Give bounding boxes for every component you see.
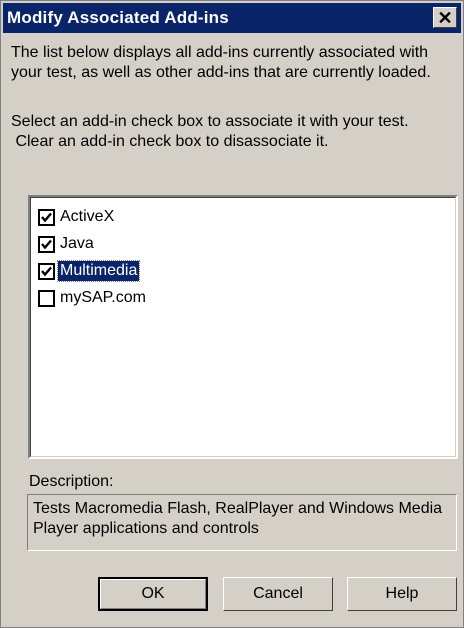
list-item-mysap[interactable]: mySAP.com <box>38 286 148 310</box>
addin-label: ActiveX <box>60 208 115 225</box>
mysap-checkbox[interactable] <box>38 289 55 307</box>
list-item-java[interactable]: Java <box>38 232 96 256</box>
list-item-multimedia[interactable]: Multimedia <box>38 259 141 283</box>
cancel-label: Cancel <box>253 585 303 602</box>
addin-label: Java <box>60 235 94 252</box>
help-label: Help <box>385 585 419 602</box>
add-ins-listbox[interactable]: ActiveX Java Multimedia mySAP.com <box>28 195 458 459</box>
checkmark-icon <box>41 239 52 249</box>
list-item-activex[interactable]: ActiveX <box>38 205 116 229</box>
addin-label: Multimedia <box>56 260 141 282</box>
dialog-title: Modify Associated Add-ins <box>7 8 229 27</box>
instructions-text: Select an add-in check box to associate … <box>11 112 461 152</box>
multimedia-checkbox[interactable] <box>38 262 55 280</box>
activex-checkbox[interactable] <box>38 208 55 226</box>
checkmark-icon <box>41 212 52 222</box>
help-button[interactable]: Help <box>347 577 457 611</box>
title-bar[interactable]: Modify Associated Add-ins ✕ <box>3 3 461 33</box>
ok-label: OK <box>141 585 165 602</box>
instructions-line-1: Select an add-in check box to associate … <box>11 113 409 130</box>
instructions-line-2: Clear an add-in check box to disassociat… <box>11 133 329 150</box>
close-icon: ✕ <box>437 7 453 28</box>
java-checkbox[interactable] <box>38 235 55 253</box>
ok-button[interactable]: OK <box>98 577 208 611</box>
modify-add-ins-dialog: Modify Associated Add-ins ✕ The list bel… <box>0 0 464 628</box>
description-label: Description: <box>29 473 114 490</box>
close-button[interactable]: ✕ <box>433 7 457 28</box>
checkmark-icon <box>41 266 52 276</box>
description-box: Tests Macromedia Flash, RealPlayer and W… <box>27 494 457 551</box>
cancel-button[interactable]: Cancel <box>223 577 333 611</box>
addin-label: mySAP.com <box>60 289 146 306</box>
description-text: Tests Macromedia Flash, RealPlayer and W… <box>33 500 443 537</box>
intro-text: The list below displays all add-ins curr… <box>11 44 431 81</box>
